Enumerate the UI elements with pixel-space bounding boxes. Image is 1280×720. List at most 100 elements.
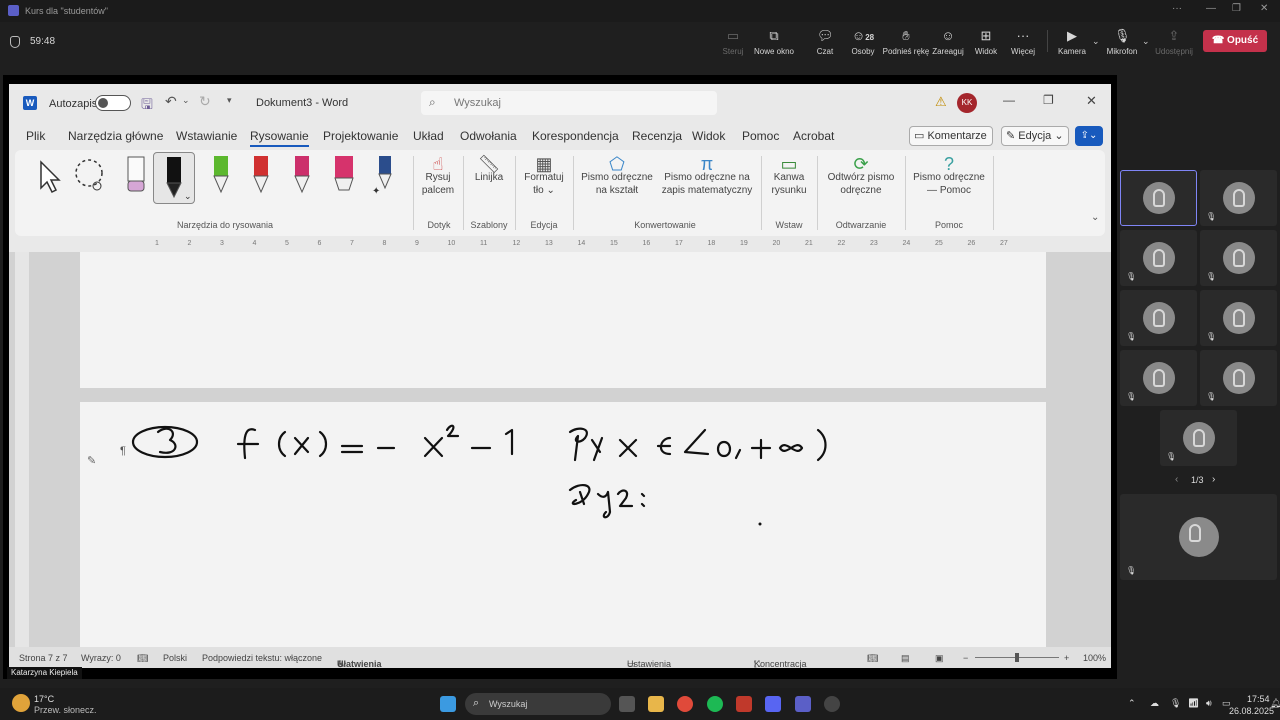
zoom-level[interactable]: 100%: [1083, 653, 1106, 663]
camera-button[interactable]: ▶︎ Kamera: [1049, 28, 1095, 56]
ink-to-math-button[interactable]: π Pismo odręczne na zapis matematyczny: [657, 155, 757, 197]
red-pen-icon[interactable]: [249, 154, 273, 198]
participant-tile[interactable]: 🎙︎: [1200, 290, 1277, 346]
tab-file[interactable]: Plik: [26, 129, 45, 143]
new-window-button[interactable]: ⧉ Nowe okno: [751, 28, 797, 56]
share-control-button[interactable]: ▭ Steruj: [710, 28, 756, 56]
tab-layout[interactable]: Układ: [413, 129, 444, 143]
file-explorer-icon[interactable]: [648, 696, 664, 712]
leave-button[interactable]: ☎︎ Opuść: [1203, 30, 1267, 52]
zoom-slider[interactable]: [975, 653, 1059, 662]
share-button[interactable]: ⇪⌄: [1075, 126, 1103, 146]
draw-with-touch-button[interactable]: ☝︎ Rysuj palcem: [417, 155, 459, 197]
tab-insert[interactable]: Wstawianie: [176, 129, 237, 143]
participant-tile[interactable]: 🎙︎: [1120, 230, 1197, 286]
comments-button[interactable]: ▭ Komentarze: [909, 126, 993, 146]
tab-view[interactable]: Widok: [692, 129, 725, 143]
ruler-button[interactable]: 📏︎ Linijka: [467, 155, 511, 184]
participant-tile[interactable]: 🎙︎: [1120, 290, 1197, 346]
collapse-ribbon-icon[interactable]: ⌄: [1091, 212, 1099, 223]
warning-icon[interactable]: ⚠: [935, 94, 947, 110]
web-layout-icon[interactable]: ▣: [935, 653, 944, 664]
page-current[interactable]: ¶: [80, 402, 1046, 647]
editing-button[interactable]: ✎ Edycja ⌄: [1001, 126, 1069, 146]
zoom-out-icon[interactable]: −: [963, 653, 968, 663]
discord-icon[interactable]: [765, 696, 781, 712]
close-icon[interactable]: ✕: [1260, 3, 1268, 14]
undo-icon[interactable]: ↶: [165, 93, 177, 110]
share-tray-button[interactable]: ⇪ Udostępnij: [1151, 28, 1197, 56]
ink-help-button[interactable]: ? Pismo odręczne — Pomoc: [909, 155, 989, 197]
weather-icon[interactable]: [12, 694, 30, 712]
ink-replay-button[interactable]: ⟳ Odtwórz pismo odręczne: [821, 155, 901, 197]
participant-tile[interactable]: 🎙︎: [1200, 230, 1277, 286]
language[interactable]: Polski: [163, 653, 187, 663]
page-count[interactable]: Strona 7 z 7: [19, 653, 68, 663]
windows-start-icon[interactable]: [440, 696, 456, 712]
redo-icon[interactable]: ↻: [199, 93, 211, 110]
eraser-icon[interactable]: [123, 154, 149, 196]
participant-tile[interactable]: 🎙︎: [1200, 350, 1277, 406]
temperature[interactable]: 17°C: [34, 694, 54, 704]
tab-draw[interactable]: Rysowanie: [250, 129, 309, 147]
pink-pen-icon[interactable]: [290, 154, 314, 198]
drawing-canvas-button[interactable]: ▭ Kanwa rysunku: [765, 155, 813, 197]
participant-tile[interactable]: 🎙︎: [1120, 350, 1197, 406]
black-pen-button[interactable]: ⌄: [153, 152, 195, 204]
print-layout-icon[interactable]: ▤: [901, 653, 910, 664]
clock-time[interactable]: 17:54: [1247, 694, 1270, 704]
raise-hand-button[interactable]: ✋︎ Podnieś rękę: [882, 28, 930, 56]
restore-icon[interactable]: ❐: [1232, 3, 1241, 14]
app-icon[interactable]: [736, 696, 752, 712]
weather-text[interactable]: Przew. słonecz.: [34, 705, 97, 715]
spotify-icon[interactable]: [707, 696, 723, 712]
wifi-icon[interactable]: 📶︎: [1188, 698, 1199, 709]
app-icon[interactable]: [824, 696, 840, 712]
zoom-slider-thumb[interactable]: [1015, 653, 1019, 662]
select-arrow-icon[interactable]: [35, 158, 63, 194]
task-view-icon[interactable]: [619, 696, 635, 712]
autosave-toggle[interactable]: [95, 95, 131, 111]
proofing-icon[interactable]: 📖︎: [137, 653, 148, 664]
volume-icon[interactable]: 🔊︎: [1206, 698, 1212, 709]
mic-chevron-icon[interactable]: ⌄: [1142, 36, 1150, 47]
participant-tile[interactable]: 🎙︎: [1200, 170, 1277, 226]
participant-tile[interactable]: 🎙︎: [1160, 410, 1237, 466]
read-mode-icon[interactable]: 📖︎: [867, 653, 878, 664]
tab-acrobat[interactable]: Acrobat: [793, 129, 834, 143]
cloud-icon[interactable]: ☁︎: [1150, 698, 1159, 709]
chrome-icon[interactable]: [677, 696, 693, 712]
more-button[interactable]: ··· Więcej: [1000, 28, 1046, 56]
tab-help[interactable]: Pomoc: [742, 129, 779, 143]
clock-date[interactable]: 26.08.2025: [1229, 706, 1274, 716]
word-count[interactable]: Wyrazy: 0: [81, 653, 121, 663]
mic-button[interactable]: 🎙︎ Mikrofon: [1099, 28, 1145, 56]
user-avatar[interactable]: KK: [957, 93, 977, 113]
ink-to-shape-button[interactable]: ⬠ Pismo odręczne na kształt: [577, 155, 657, 197]
undo-dropdown-icon[interactable]: ⌄: [182, 95, 190, 106]
text-predictions[interactable]: Podpowiedzi tekstu: włączone: [202, 653, 322, 663]
tab-design[interactable]: Projektowanie: [323, 129, 398, 143]
pager-prev-icon[interactable]: ‹: [1175, 474, 1178, 485]
taskbar-search[interactable]: ⌕ Wyszukaj: [465, 693, 611, 715]
tab-references[interactable]: Odwołania: [460, 129, 517, 143]
self-view-tile[interactable]: 🎙︎: [1120, 494, 1277, 580]
tab-mailings[interactable]: Korespondencja: [532, 129, 619, 143]
close-icon[interactable]: ✕: [1086, 93, 1097, 109]
restore-icon[interactable]: ❐: [1043, 93, 1054, 107]
people-button[interactable]: ☺28 Osoby: [840, 28, 886, 56]
minimize-icon[interactable]: —: [1003, 93, 1015, 107]
minimize-icon[interactable]: —: [1206, 3, 1216, 14]
teams-icon[interactable]: [795, 696, 811, 712]
pager-next-icon[interactable]: ›: [1212, 474, 1215, 485]
highlighter-icon[interactable]: [331, 154, 357, 198]
customize-toolbar-icon[interactable]: ▾: [227, 95, 232, 106]
notifications-icon[interactable]: 🔔︎: [1270, 698, 1280, 709]
tab-review[interactable]: Recenzja: [632, 129, 682, 143]
glitter-pen-icon[interactable]: ✦: [371, 154, 397, 198]
search-box[interactable]: ⌕ Wyszukaj: [421, 91, 717, 115]
green-pen-icon[interactable]: [209, 154, 233, 198]
participant-tile[interactable]: [1120, 170, 1197, 226]
mic-icon[interactable]: 🎙︎: [1170, 698, 1181, 709]
zoom-in-icon[interactable]: +: [1064, 653, 1069, 663]
